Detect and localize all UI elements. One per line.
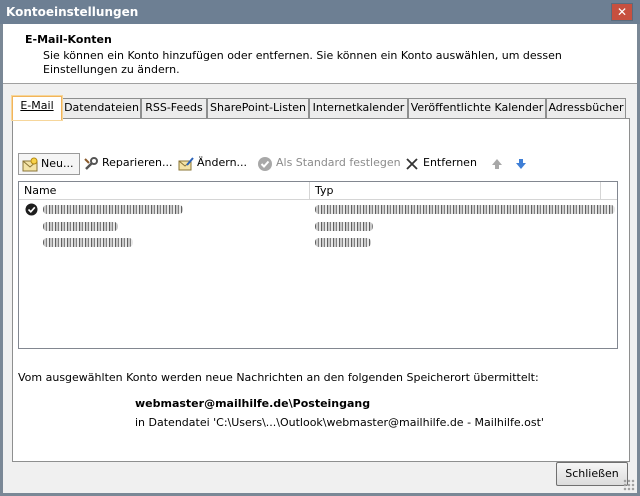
move-up-button[interactable] (486, 153, 502, 175)
remove-button[interactable]: Entfernen (401, 153, 477, 175)
delivery-info-text: Vom ausgewählten Konto werden neue Nachr… (18, 371, 539, 384)
header-title: E-Mail-Konten (25, 33, 112, 46)
account-toolbar: Neu... Reparieren... Ändern... Als Stand… (18, 153, 618, 175)
window-title: Kontoeinstellungen (6, 5, 139, 19)
new-mail-icon (22, 157, 38, 172)
new-account-button[interactable]: Neu... (18, 153, 81, 175)
tab-datendateien[interactable]: Datendateien (62, 98, 141, 118)
resize-grip[interactable] (623, 479, 635, 491)
x-icon (406, 158, 418, 170)
account-name-redacted (43, 238, 133, 247)
window-close-button[interactable]: ✕ (611, 3, 633, 21)
account-list[interactable]: Name Typ (18, 181, 618, 349)
tab-veroeffentlichte-kalender[interactable]: Veröffentlichte Kalender (408, 98, 546, 118)
email-tab-panel: Neu... Reparieren... Ändern... Als Stand… (12, 118, 630, 462)
default-account-check-icon (25, 203, 38, 216)
move-down-button[interactable] (510, 153, 526, 175)
account-name-redacted (43, 205, 183, 214)
account-name-redacted (43, 222, 118, 231)
tab-rss-feeds[interactable]: RSS-Feeds (141, 98, 207, 118)
tab-adressbuecher[interactable]: Adressbücher (546, 98, 626, 118)
tab-email[interactable]: E-Mail (11, 95, 63, 121)
dialog-body: E-Mail-Konten Sie können ein Konto hinzu… (3, 24, 637, 493)
list-header: Name Typ (19, 182, 617, 200)
table-row[interactable] (19, 218, 617, 235)
tab-sharepoint-listen[interactable]: SharePoint-Listen (207, 98, 309, 118)
table-row[interactable] (19, 201, 617, 218)
account-type-redacted (315, 222, 373, 231)
account-type-redacted (315, 238, 371, 247)
delivery-folder: webmaster@mailhilfe.de\Posteingang (135, 397, 371, 410)
delivery-data-file: in Datendatei 'C:\Users\...\Outlook\webm… (135, 416, 544, 429)
close-dialog-button[interactable]: Schließen (556, 462, 628, 486)
change-button[interactable]: Ändern... (175, 153, 247, 175)
wrench-icon (84, 157, 98, 170)
title-bar: Kontoeinstellungen ✕ (0, 0, 640, 24)
column-divider[interactable] (600, 182, 601, 199)
table-row[interactable] (19, 234, 617, 251)
set-default-button[interactable]: Als Standard festlegen (254, 153, 401, 175)
column-header-type[interactable]: Typ (310, 182, 600, 199)
tab-internetkalender[interactable]: Internetkalender (309, 98, 408, 118)
edit-mail-icon (178, 157, 194, 171)
arrow-up-icon (492, 159, 502, 169)
tab-strip: E-Mail Datendateien RSS-Feeds SharePoint… (11, 95, 632, 121)
header-description: Sie können ein Konto hinzufügen oder ent… (43, 49, 562, 76)
arrow-down-icon (516, 159, 526, 169)
check-circle-icon (258, 157, 272, 171)
column-header-name[interactable]: Name (19, 182, 309, 199)
repair-button[interactable]: Reparieren... (80, 153, 173, 175)
account-type-redacted (315, 205, 615, 214)
dialog-header: E-Mail-Konten Sie können ein Konto hinzu… (3, 24, 637, 84)
